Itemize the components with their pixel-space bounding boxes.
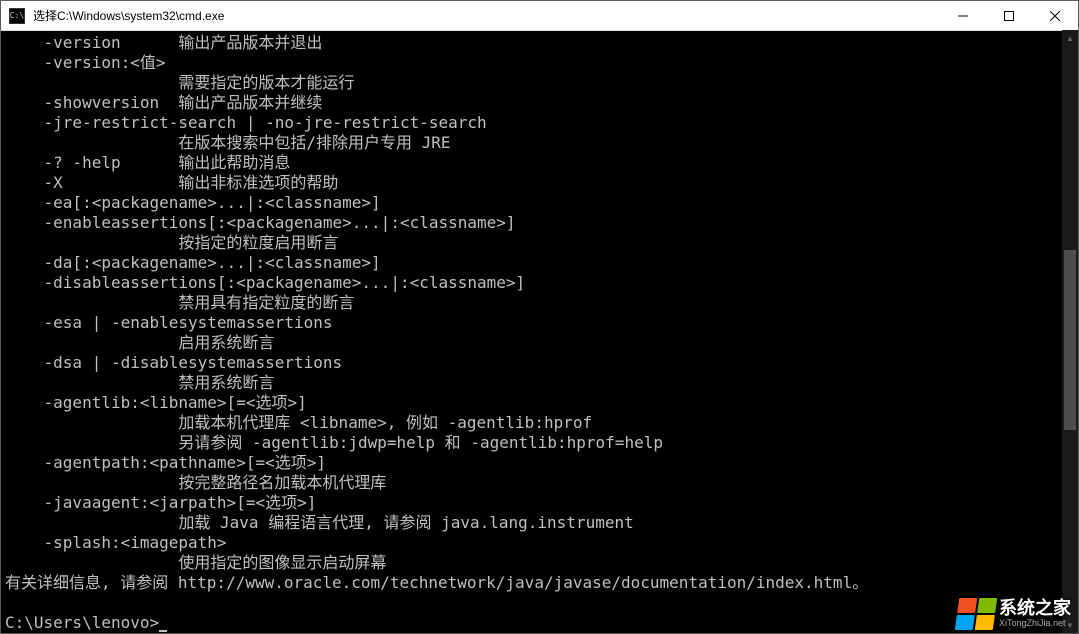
terminal-line: 在版本搜索中包括/排除用户专用 JRE bbox=[5, 133, 1074, 153]
terminal-output[interactable]: -version 输出产品版本并退出 -version:<值> 需要指定的版本才… bbox=[1, 31, 1078, 633]
minimize-button[interactable] bbox=[940, 1, 986, 30]
terminal-line: -? -help 输出此帮助消息 bbox=[5, 153, 1074, 173]
terminal-line: 禁用系统断言 bbox=[5, 373, 1074, 393]
terminal-line: -esa | -enablesystemassertions bbox=[5, 313, 1074, 333]
terminal-line bbox=[5, 593, 1074, 613]
terminal-line: -ea[:<packagename>...|:<classname>] bbox=[5, 193, 1074, 213]
scrollbar[interactable]: ▲ ▼ bbox=[1062, 30, 1078, 633]
terminal-line: 禁用具有指定粒度的断言 bbox=[5, 293, 1074, 313]
cursor bbox=[159, 630, 167, 632]
terminal-line: -da[:<packagename>...|:<classname>] bbox=[5, 253, 1074, 273]
prompt-text: C:\Users\lenovo> bbox=[5, 613, 159, 632]
window-title: 选择C:\Windows\system32\cmd.exe bbox=[33, 7, 940, 24]
terminal-line: -enableassertions[:<packagename>...|:<cl… bbox=[5, 213, 1074, 233]
terminal-line: -dsa | -disablesystemassertions bbox=[5, 353, 1074, 373]
maximize-button[interactable] bbox=[986, 1, 1032, 30]
terminal-line: 另请参阅 -agentlib:jdwp=help 和 -agentlib:hpr… bbox=[5, 433, 1074, 453]
terminal-line: 加载本机代理库 <libname>, 例如 -agentlib:hprof bbox=[5, 413, 1074, 433]
terminal-line: 加载 Java 编程语言代理, 请参阅 java.lang.instrument bbox=[5, 513, 1074, 533]
terminal-line: 需要指定的版本才能运行 bbox=[5, 73, 1074, 93]
terminal-line: -splash:<imagepath> bbox=[5, 533, 1074, 553]
terminal-line: -javaagent:<jarpath>[=<选项>] bbox=[5, 493, 1074, 513]
terminal-line: -showversion 输出产品版本并继续 bbox=[5, 93, 1074, 113]
scroll-up-arrow[interactable]: ▲ bbox=[1062, 30, 1078, 46]
titlebar[interactable]: C:\ 选择C:\Windows\system32\cmd.exe bbox=[1, 1, 1078, 31]
close-button[interactable] bbox=[1032, 1, 1078, 30]
terminal-line: -disableassertions[:<packagename>...|:<c… bbox=[5, 273, 1074, 293]
terminal-line: 按指定的粒度启用断言 bbox=[5, 233, 1074, 253]
terminal-line: 按完整路径名加载本机代理库 bbox=[5, 473, 1074, 493]
terminal-line: -agentpath:<pathname>[=<选项>] bbox=[5, 453, 1074, 473]
terminal-line: -agentlib:<libname>[=<选项>] bbox=[5, 393, 1074, 413]
terminal-line: 启用系统断言 bbox=[5, 333, 1074, 353]
terminal-line: -X 输出非标准选项的帮助 bbox=[5, 173, 1074, 193]
prompt-line[interactable]: C:\Users\lenovo> bbox=[5, 613, 1074, 633]
scroll-thumb[interactable] bbox=[1064, 250, 1076, 430]
scroll-down-arrow[interactable]: ▼ bbox=[1062, 617, 1078, 633]
terminal-line: -version 输出产品版本并退出 bbox=[5, 33, 1074, 53]
terminal-line: 使用指定的图像显示启动屏幕 bbox=[5, 553, 1074, 573]
app-icon: C:\ bbox=[9, 8, 25, 24]
terminal-line: -version:<值> bbox=[5, 53, 1074, 73]
cmd-window: C:\ 选择C:\Windows\system32\cmd.exe -versi… bbox=[0, 0, 1079, 634]
window-controls bbox=[940, 1, 1078, 30]
terminal-line: -jre-restrict-search | -no-jre-restrict-… bbox=[5, 113, 1074, 133]
terminal-line: 有关详细信息, 请参阅 http://www.oracle.com/techne… bbox=[5, 573, 1074, 593]
